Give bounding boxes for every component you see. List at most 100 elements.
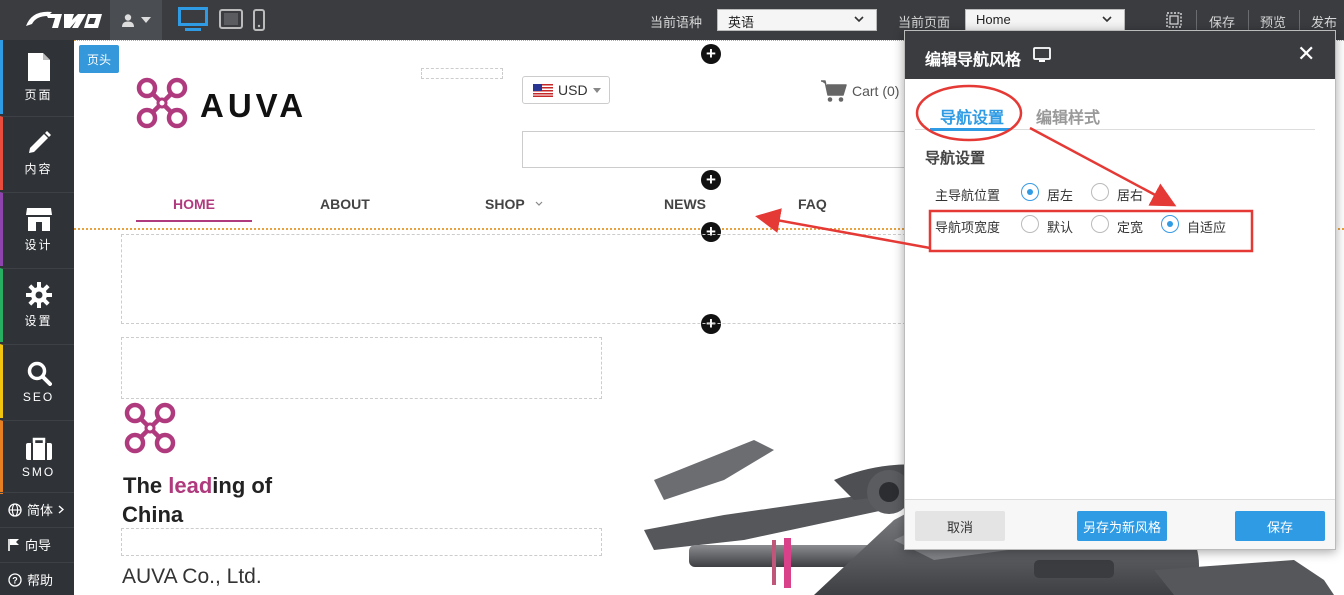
chevron-right-icon [58,505,65,514]
nav-width-fixed-label: 定宽 [1117,220,1144,235]
headline-line-1: The leading of [123,473,272,499]
nav-position-left-radio[interactable] [1021,183,1039,201]
sidebar-item-settings[interactable]: 设置 [0,268,74,342]
brand-logo[interactable] [22,6,106,32]
grid-select-icon[interactable] [1164,10,1184,30]
sidebar-item-pages[interactable]: 页面 [0,40,74,114]
headline-text: The [123,473,169,498]
publish-button[interactable]: 发布 [1311,12,1337,31]
nav-item-home[interactable]: HOME [173,196,215,212]
sidebar-item-label: 设置 [24,314,53,328]
language-label: 当前语种 [650,15,703,30]
briefcase-icon [25,437,52,460]
nav-item-faq[interactable]: FAQ [798,196,827,212]
nav-width-default-radio[interactable] [1021,215,1039,233]
page-label: 当前页面 [898,15,951,30]
dialog-header: 编辑导航风格 ✕ [905,31,1335,79]
globe-icon [8,502,22,517]
headline-text: ing of [212,473,273,498]
guide-button[interactable]: 向导 [0,527,74,561]
empty-module[interactable] [121,337,602,399]
nav-item-shop[interactable]: SHOP [485,196,525,212]
svg-text:?: ? [12,575,18,585]
mobile-view-icon[interactable] [253,9,265,31]
caret-down-icon [592,87,601,93]
help-button[interactable]: ? 帮助 [0,562,74,595]
chevron-down-icon [854,16,864,23]
help-icon: ? [8,572,22,587]
nav-item-about[interactable]: ABOUT [320,196,370,212]
drone-logo-icon [124,402,176,454]
close-icon[interactable]: ✕ [1297,43,1315,65]
nav-width-label: 导航项宽度 [935,220,1001,235]
nav-width-adaptive-radio[interactable] [1161,215,1179,233]
nav-active-underline [136,220,252,222]
nav-position-label: 主导航位置 [935,188,1001,203]
cancel-button[interactable]: 取消 [915,511,1005,541]
sidebar-item-label: 页面 [24,87,53,102]
language-switch[interactable]: 简体 [0,492,74,526]
nav-width-adaptive-label: 自适应 [1187,220,1227,235]
toolbar-separator [1196,10,1197,30]
user-icon [122,14,134,27]
language-select[interactable]: 英语 [717,9,877,31]
nav-width-fixed-radio[interactable] [1091,215,1109,233]
add-section-button[interactable]: + [701,170,721,190]
pencil-icon [28,131,51,153]
user-menu[interactable] [110,0,162,40]
nav-item-news[interactable]: NEWS [664,196,706,212]
headline-highlight: lead [168,473,213,498]
sidebar-item-design[interactable]: 设计 [0,192,74,266]
drone-logo-icon [136,77,188,129]
sidebar-item-label: 内容 [24,162,53,176]
nav-position-right-radio[interactable] [1091,183,1109,201]
page-icon [27,52,50,81]
save-button[interactable]: 保存 [1209,12,1235,31]
dialog-footer: 取消 另存为新风格 保存 [905,499,1335,549]
section-title: 导航设置 [925,150,986,167]
gear-icon [25,282,52,308]
nav-position-left-label: 居左 [1047,188,1074,203]
sidebar-item-label: 设计 [24,238,53,252]
toolbar-separator [1299,10,1300,30]
us-flag-icon [533,83,553,97]
cart-link[interactable]: Cart (0) [820,79,899,103]
currency-select[interactable]: USD [522,76,610,104]
preview-button[interactable]: 预览 [1260,12,1286,31]
header-section-tag[interactable]: 页头 [79,45,119,73]
empty-module[interactable] [121,528,602,556]
cart-icon [821,80,847,102]
search-icon [27,361,52,386]
save-as-new-style-button[interactable]: 另存为新风格 [1077,511,1167,541]
sidebar-item-seo[interactable]: SEO [0,344,74,418]
language-switch-label: 简体 [27,503,54,518]
sidebar-item-smo[interactable]: SMO [0,420,74,494]
nav-position-right-label: 居右 [1117,188,1144,203]
tab-nav-settings[interactable]: 导航设置 [940,104,1004,128]
add-section-button[interactable]: + [701,44,721,64]
flag-icon [8,538,19,551]
store-icon [25,208,52,231]
tab-edit-style[interactable]: 编辑样式 [1036,104,1100,128]
page-select-value: Home [976,12,1011,27]
chevron-down-icon [1102,16,1112,23]
site-search-input[interactable] [522,131,932,168]
sidebar-item-content[interactable]: 内容 [0,116,74,190]
empty-section[interactable] [121,234,921,324]
tab-active-indicator [930,128,1010,131]
dialog-save-button[interactable]: 保存 [1235,511,1325,541]
monitor-icon [1033,47,1051,62]
dialog-title: 编辑导航风格 [925,52,1022,69]
page-select[interactable]: Home [965,9,1125,31]
tablet-view-icon[interactable] [219,9,243,29]
sidebar-item-label: SMO [21,464,56,479]
toolbar-separator [1248,10,1249,30]
edit-nav-style-dialog: 编辑导航风格 ✕ 导航设置 编辑样式 导航设置 主导航位置 居左 居右 导航项宽… [904,30,1336,550]
desktop-view-icon[interactable] [177,6,209,32]
headline-line-2: China [122,502,184,527]
nav-width-default-label: 默认 [1047,220,1074,235]
language-select-value: 英语 [728,15,755,30]
brand-name: AUVA [200,87,308,124]
help-label: 帮助 [27,573,54,588]
currency-value: USD [558,82,588,98]
